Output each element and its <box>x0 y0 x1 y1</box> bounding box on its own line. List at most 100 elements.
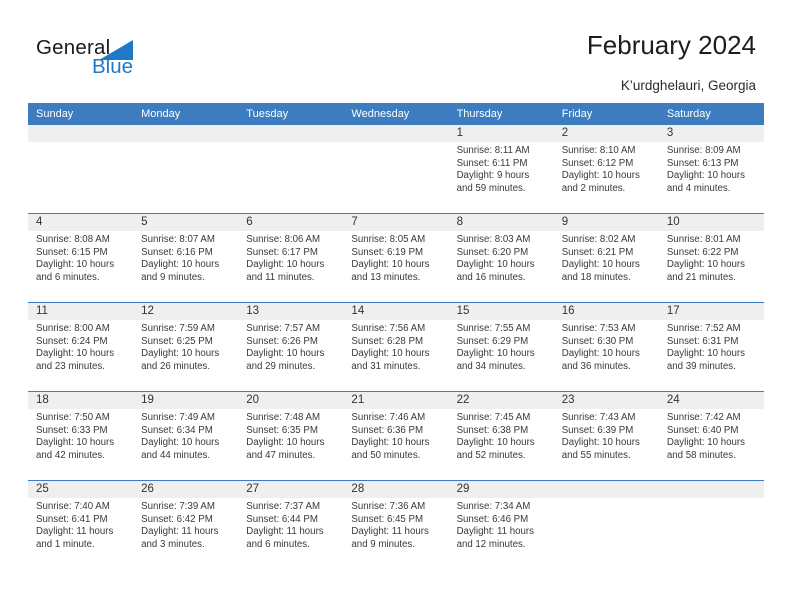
day-number: 10 <box>666 216 680 228</box>
weekday-header-saturday: Saturday <box>666 108 711 120</box>
day-sun-info: Sunrise: 8:07 AM Sunset: 6:16 PM Daylight:… <box>133 231 238 284</box>
daylight-text: Daylight: 10 hours and 2 minutes. <box>561 170 640 194</box>
calendar-day-cell[interactable]: 3 Sunrise: 8:09 AM Sunset: 6:13 PM Daylight… <box>658 125 764 213</box>
calendar-day-cell[interactable]: 5 Sunrise: 8:07 AM Sunset: 6:16 PM Daylight… <box>133 214 239 302</box>
calendar-day-cell[interactable]: 22 Sunrise: 7:45 AM Sunset: 6:38 PM Dayligh… <box>448 392 554 480</box>
calendar-day-cell[interactable]: 2 Sunrise: 8:10 AM Sunset: 6:12 PM Daylight… <box>553 125 659 213</box>
calendar-day-cell[interactable]: 27 Sunrise: 7:37 AM Sunset: 6:44 PM Dayligh… <box>238 481 344 569</box>
daylight-text: Daylight: 10 hours and 29 minutes. <box>246 348 325 372</box>
day-number-band <box>553 481 659 498</box>
calendar-day-cell[interactable]: 6 Sunrise: 8:06 AM Sunset: 6:17 PM Daylight… <box>238 214 344 302</box>
daylight-text: Daylight: 10 hours and 31 minutes. <box>351 348 430 372</box>
day-number: 1 <box>456 127 463 139</box>
sunrise-text: Sunrise: 8:03 AM <box>456 234 531 245</box>
day-number-band: 12 <box>133 303 239 320</box>
day-sun-info: Sunrise: 8:01 AM Sunset: 6:22 PM Daylight:… <box>659 231 764 284</box>
sunset-text: Sunset: 6:33 PM <box>36 424 108 436</box>
day-number: 15 <box>456 305 470 317</box>
calendar-day-cell[interactable]: 28 Sunrise: 7:36 AM Sunset: 6:45 PM Dayligh… <box>343 481 449 569</box>
day-number-band: 8 <box>448 214 554 231</box>
day-number-band: 29 <box>448 481 554 498</box>
sunset-text: Sunset: 6:17 PM <box>246 246 318 258</box>
calendar-day-cell[interactable]: 10 Sunrise: 8:01 AM Sunset: 6:22 PM Dayligh… <box>658 214 764 302</box>
daylight-text: Daylight: 10 hours and 23 minutes. <box>36 348 115 372</box>
calendar-day-cell[interactable]: 1 Sunrise: 8:11 AM Sunset: 6:11 PM Daylight… <box>448 125 554 213</box>
calendar-empty-cell <box>133 125 239 213</box>
sunset-text: Sunset: 6:26 PM <box>246 335 318 347</box>
day-number-band: 28 <box>343 481 449 498</box>
sunset-text: Sunset: 6:22 PM <box>666 246 739 258</box>
calendar-week-row: 1 Sunrise: 8:11 AM Sunset: 6:11 PM Daylight… <box>28 125 764 213</box>
day-sun-info: Sunrise: 7:42 AM Sunset: 6:40 PM Daylight:… <box>659 409 764 462</box>
weekday-header-monday: Monday <box>141 108 181 120</box>
calendar-day-cell[interactable]: 7 Sunrise: 8:05 AM Sunset: 6:19 PM Daylight… <box>343 214 449 302</box>
calendar-day-cell[interactable]: 29 Sunrise: 7:34 AM Sunset: 6:46 PM Dayligh… <box>448 481 554 569</box>
weekday-header-tuesday: Tuesday <box>246 108 289 120</box>
calendar-day-cell[interactable]: 26 Sunrise: 7:39 AM Sunset: 6:42 PM Dayligh… <box>133 481 239 569</box>
calendar-day-cell[interactable]: 24 Sunrise: 7:42 AM Sunset: 6:40 PM Dayligh… <box>658 392 764 480</box>
daylight-text: Daylight: 9 hours and 59 minutes. <box>456 170 530 194</box>
day-number-band: 1 <box>448 125 554 142</box>
location-subtitle: K’urdghelauri, Georgia <box>620 78 756 93</box>
day-number: 3 <box>666 127 674 139</box>
calendar-day-cell[interactable]: 8 Sunrise: 8:03 AM Sunset: 6:20 PM Daylight… <box>448 214 554 302</box>
day-sun-info: Sunrise: 8:05 AM Sunset: 6:19 PM Daylight:… <box>343 231 448 284</box>
daylight-text: Daylight: 10 hours and 4 minutes. <box>666 170 745 194</box>
daylight-text: Daylight: 11 hours and 9 minutes. <box>351 526 429 550</box>
calendar-day-cell[interactable]: 17 Sunrise: 7:52 AM Sunset: 6:31 PM Dayligh… <box>658 303 764 391</box>
sunrise-text: Sunrise: 7:45 AM <box>456 412 531 423</box>
calendar-day-cell[interactable]: 4 Sunrise: 8:08 AM Sunset: 6:15 PM Daylight… <box>28 214 134 302</box>
calendar-empty-cell <box>28 125 134 213</box>
sunrise-text: Sunrise: 7:46 AM <box>351 412 426 423</box>
day-sun-info: Sunrise: 8:08 AM Sunset: 6:15 PM Daylight:… <box>28 231 133 284</box>
calendar-day-cell[interactable]: 21 Sunrise: 7:46 AM Sunset: 6:36 PM Dayligh… <box>343 392 449 480</box>
sunset-text: Sunset: 6:44 PM <box>246 513 318 525</box>
calendar-day-cell[interactable]: 13 Sunrise: 7:57 AM Sunset: 6:26 PM Dayligh… <box>238 303 344 391</box>
sunrise-text: Sunrise: 7:55 AM <box>456 323 531 334</box>
sunset-text: Sunset: 6:28 PM <box>351 335 424 347</box>
day-sun-info: Sunrise: 7:39 AM Sunset: 6:42 PM Daylight:… <box>133 498 238 551</box>
sunrise-text: Sunrise: 8:01 AM <box>666 234 741 245</box>
sunrise-text: Sunrise: 8:00 AM <box>36 323 110 334</box>
day-sun-info: Sunrise: 8:00 AM Sunset: 6:24 PM Daylight:… <box>28 320 133 373</box>
daylight-text: Daylight: 10 hours and 55 minutes. <box>561 437 640 461</box>
daylight-text: Daylight: 10 hours and 50 minutes. <box>351 437 430 461</box>
calendar-day-cell[interactable]: 12 Sunrise: 7:59 AM Sunset: 6:25 PM Dayligh… <box>133 303 239 391</box>
day-sun-info: Sunrise: 8:10 AM Sunset: 6:12 PM Daylight:… <box>554 142 659 195</box>
calendar-day-cell[interactable]: 15 Sunrise: 7:55 AM Sunset: 6:29 PM Dayligh… <box>448 303 554 391</box>
calendar-day-cell[interactable]: 19 Sunrise: 7:49 AM Sunset: 6:34 PM Dayligh… <box>133 392 239 480</box>
sunrise-text: Sunrise: 8:02 AM <box>561 234 636 245</box>
logo-text-blue: Blue <box>92 55 134 78</box>
calendar-day-cell[interactable]: 18 Sunrise: 7:50 AM Sunset: 6:33 PM Dayligh… <box>28 392 134 480</box>
sunrise-text: Sunrise: 7:48 AM <box>246 412 321 423</box>
calendar-day-cell[interactable]: 9 Sunrise: 8:02 AM Sunset: 6:21 PM Daylight… <box>553 214 659 302</box>
calendar-table: Sunday Monday Tuesday Wednesday Thursday… <box>28 103 764 569</box>
day-sun-info: Sunrise: 7:49 AM Sunset: 6:34 PM Daylight:… <box>133 409 238 462</box>
day-sun-info: Sunrise: 7:45 AM Sunset: 6:38 PM Daylight:… <box>449 409 554 462</box>
calendar-day-cell[interactable]: 23 Sunrise: 7:43 AM Sunset: 6:39 PM Dayligh… <box>553 392 659 480</box>
day-number-band: 23 <box>553 392 659 409</box>
day-number: 6 <box>246 216 253 228</box>
day-number: 23 <box>561 394 575 406</box>
day-sun-info: Sunrise: 7:40 AM Sunset: 6:41 PM Daylight:… <box>28 498 133 551</box>
day-sun-info: Sunrise: 7:59 AM Sunset: 6:25 PM Daylight:… <box>133 320 238 373</box>
day-number: 11 <box>36 305 48 317</box>
weekday-header-row: Sunday Monday Tuesday Wednesday Thursday… <box>28 103 764 125</box>
daylight-text: Daylight: 10 hours and 44 minutes. <box>141 437 220 461</box>
day-sun-info: Sunrise: 7:50 AM Sunset: 6:33 PM Daylight:… <box>28 409 133 462</box>
calendar-day-cell[interactable]: 20 Sunrise: 7:48 AM Sunset: 6:35 PM Dayligh… <box>238 392 344 480</box>
day-number: 24 <box>666 394 680 406</box>
daylight-text: Daylight: 10 hours and 58 minutes. <box>666 437 745 461</box>
sunrise-text: Sunrise: 8:08 AM <box>36 234 110 245</box>
day-sun-info: Sunrise: 7:34 AM Sunset: 6:46 PM Daylight:… <box>449 498 554 551</box>
daylight-text: Daylight: 10 hours and 18 minutes. <box>561 259 640 283</box>
sunrise-text: Sunrise: 8:06 AM <box>246 234 321 245</box>
general-blue-logo[interactable]: General Blue <box>36 36 216 84</box>
calendar-day-cell[interactable]: 16 Sunrise: 7:53 AM Sunset: 6:30 PM Dayligh… <box>553 303 659 391</box>
calendar-day-cell[interactable]: 25 Sunrise: 7:40 AM Sunset: 6:41 PM Dayligh… <box>28 481 134 569</box>
sunrise-text: Sunrise: 7:40 AM <box>36 501 110 512</box>
calendar-day-cell[interactable]: 11 Sunrise: 8:00 AM Sunset: 6:24 PM Dayligh… <box>28 303 134 391</box>
sunrise-text: Sunrise: 7:49 AM <box>141 412 215 423</box>
calendar-day-cell[interactable]: 14 Sunrise: 7:56 AM Sunset: 6:28 PM Dayligh… <box>343 303 449 391</box>
day-number-band: 17 <box>658 303 764 320</box>
